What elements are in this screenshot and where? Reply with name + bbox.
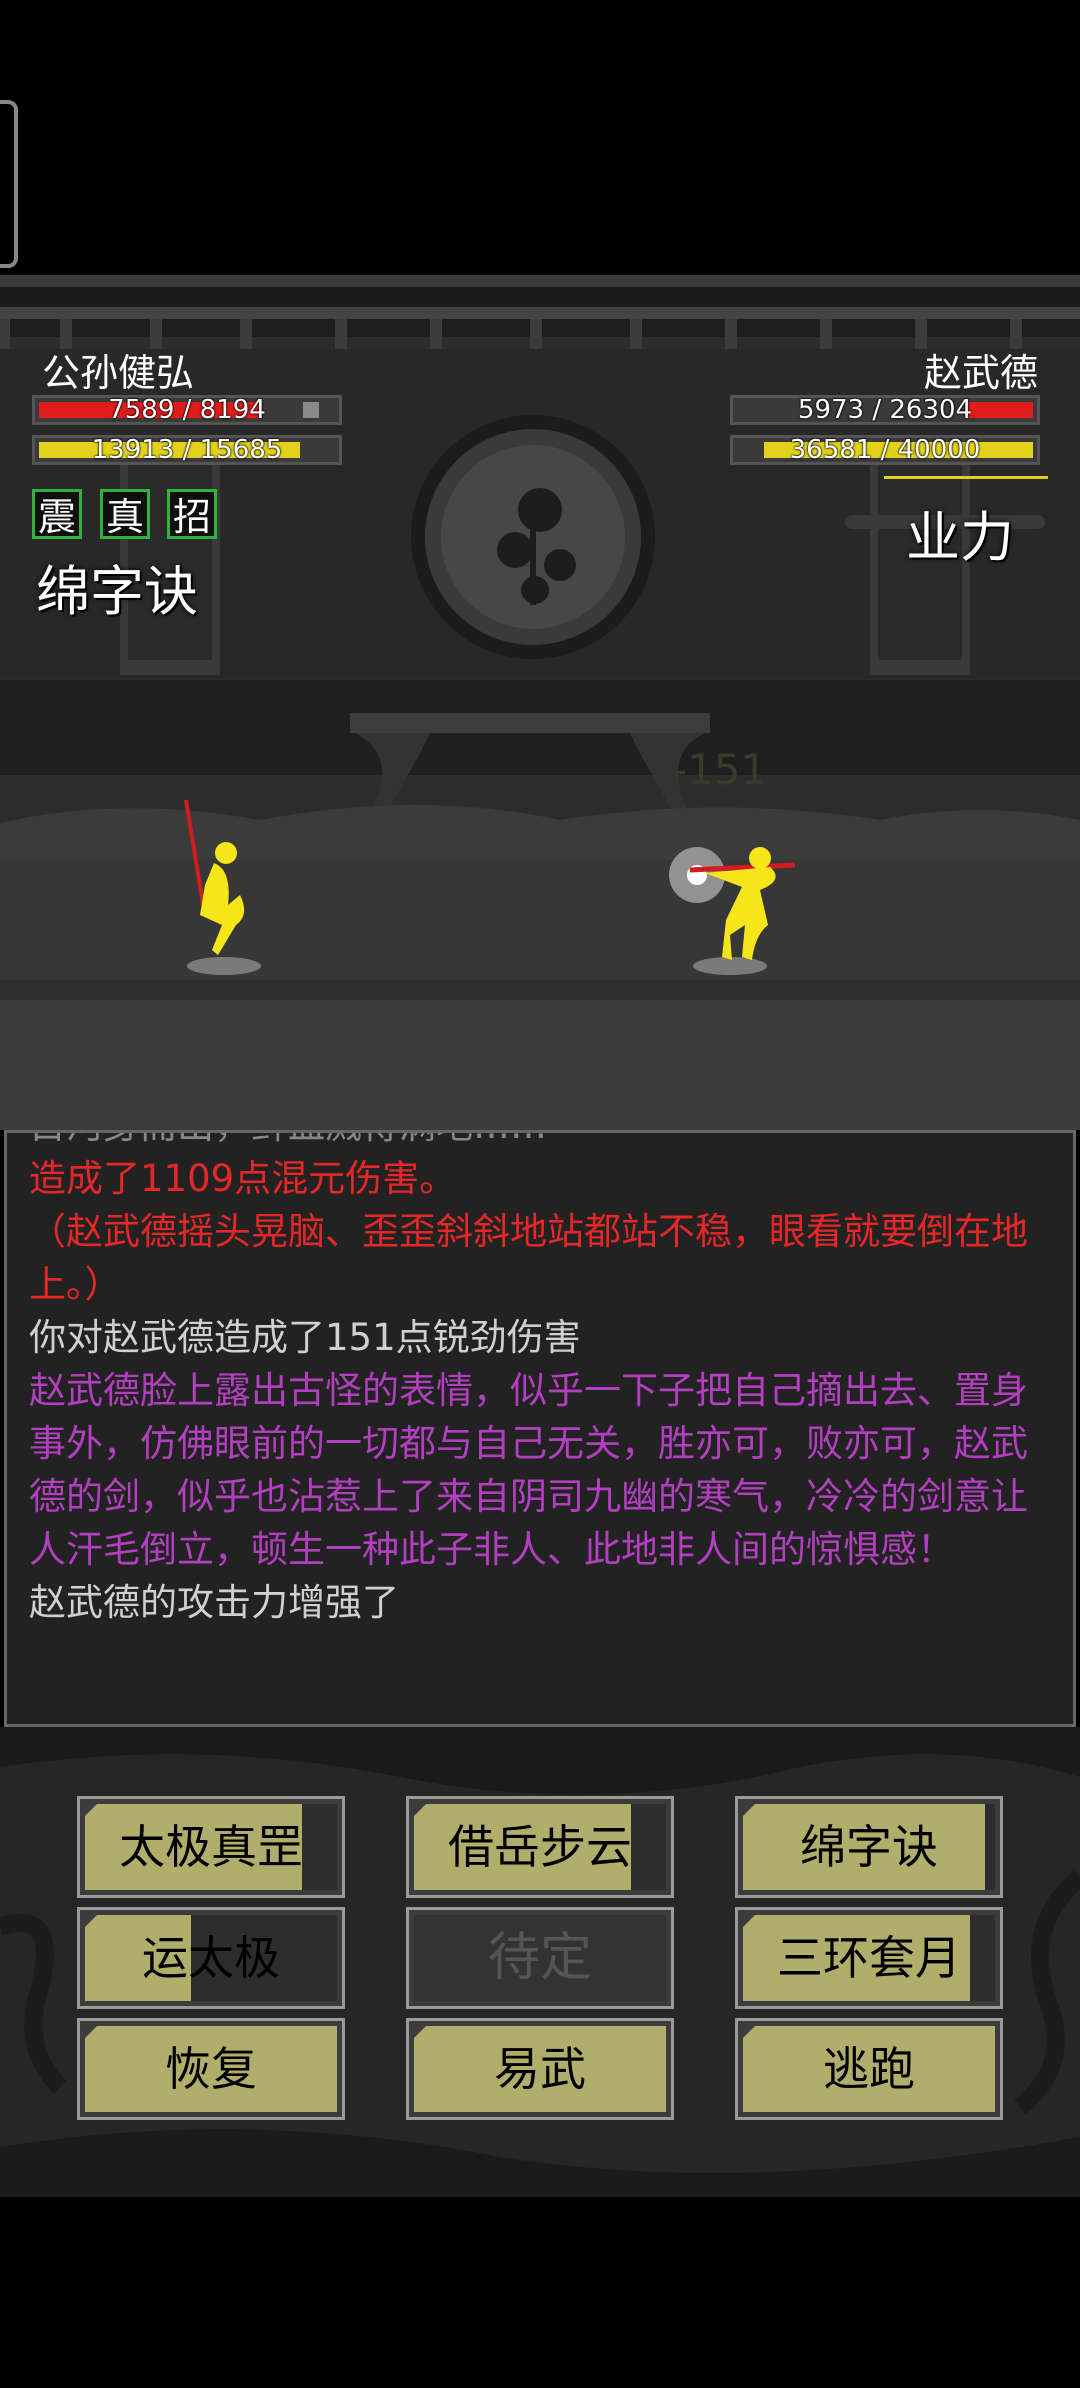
player-mp-bar: 13913 / 15685	[32, 435, 342, 465]
action-button-mianzi-jue[interactable]: 绵字诀	[735, 1796, 1003, 1898]
log-line: （赵武德摇头晃脑、歪歪斜斜地站都站不稳，眼看就要倒在地上。）	[29, 1210, 1028, 1306]
action-button-yun-taiji[interactable]: 运太极	[77, 1907, 345, 2009]
action-button-recover[interactable]: 恢复	[77, 2018, 345, 2120]
skill-tag-3: 招	[167, 489, 217, 539]
log-line: 赵武德的攻击力增强了	[29, 1581, 399, 1624]
player-name: 公孙健弘	[42, 351, 195, 395]
enemy-mp-underline	[884, 476, 1048, 479]
action-button-flee[interactable]: 逃跑	[735, 2018, 1003, 2120]
action-panel: 太极真罡 借岳步云 绵字诀 运太极 待定 三环套月 恢复 易武 逃跑	[0, 1727, 1080, 2197]
action-label: 逃跑	[823, 2042, 915, 2096]
action-button-swap-weapon[interactable]: 易武	[406, 2018, 674, 2120]
action-label: 运太极	[142, 1931, 280, 1985]
cooldown-shade	[630, 1804, 666, 1890]
skill-tag-1: 震	[32, 489, 82, 539]
battle-log[interactable]: 目河身而出，鲜血溅得满地…… 造成了1109点混元伤害。 （赵武德摇头晃脑、歪歪…	[4, 1130, 1076, 1727]
action-label: 恢复	[165, 2042, 257, 2096]
cooldown-shade	[301, 1804, 337, 1890]
log-line: 你对赵武德造成了151点锐劲伤害	[29, 1316, 581, 1359]
enemy-name: 赵武德	[923, 351, 1038, 395]
enemy-mp-bar: 36581 / 40000	[730, 435, 1040, 465]
enemy-hp-text: 5973 / 26304	[797, 395, 973, 425]
bottom-bar-area	[0, 2197, 1080, 2388]
action-label: 太极真罡	[119, 1820, 303, 1874]
enemy-mp-text: 36581 / 40000	[789, 435, 981, 465]
player-hp-text: 7589 / 8194	[108, 395, 266, 425]
action-label: 三环套月	[777, 1931, 961, 1985]
player-hp-bar: 7589 / 8194	[32, 395, 342, 425]
player-stance: 绵字诀	[36, 560, 198, 623]
back-handle[interactable]	[0, 100, 18, 268]
action-button-jieyue-buyun[interactable]: 借岳步云	[406, 1796, 674, 1898]
cooldown-shade	[969, 1915, 995, 2001]
log-line: 赵武德脸上露出古怪的表情，似乎一下子把自己摘出去、置身事外，仿佛眼前的一切都与自…	[29, 1369, 1028, 1571]
battle-scene: 公孙健弘 7589 / 8194 13913 / 15685 震 真 招 绵字诀…	[0, 275, 1080, 1130]
status-bar-area	[0, 0, 1080, 280]
log-line: 造成了1109点混元伤害。	[29, 1157, 457, 1200]
action-label: 绵字诀	[800, 1820, 938, 1874]
enemy-hp-bar: 5973 / 26304	[730, 395, 1040, 425]
action-button-sanhuan-taoyue[interactable]: 三环套月	[735, 1907, 1003, 2009]
action-label: 借岳步云	[448, 1820, 632, 1874]
action-button-pending: 待定	[406, 1907, 674, 2009]
floating-damage-number: -151	[672, 745, 768, 794]
action-button-taiji-zhengang[interactable]: 太极真罡	[77, 1796, 345, 1898]
enemy-stance: 业力	[906, 506, 1014, 569]
skill-tag-2: 真	[100, 489, 150, 539]
log-line: 目河身而出，鲜血溅得满地……	[29, 1133, 1051, 1152]
action-label: 待定	[487, 1928, 592, 1988]
player-mp-text: 13913 / 15685	[91, 435, 283, 465]
action-label: 易武	[494, 2042, 586, 2096]
cooldown-shade	[984, 1804, 995, 1890]
